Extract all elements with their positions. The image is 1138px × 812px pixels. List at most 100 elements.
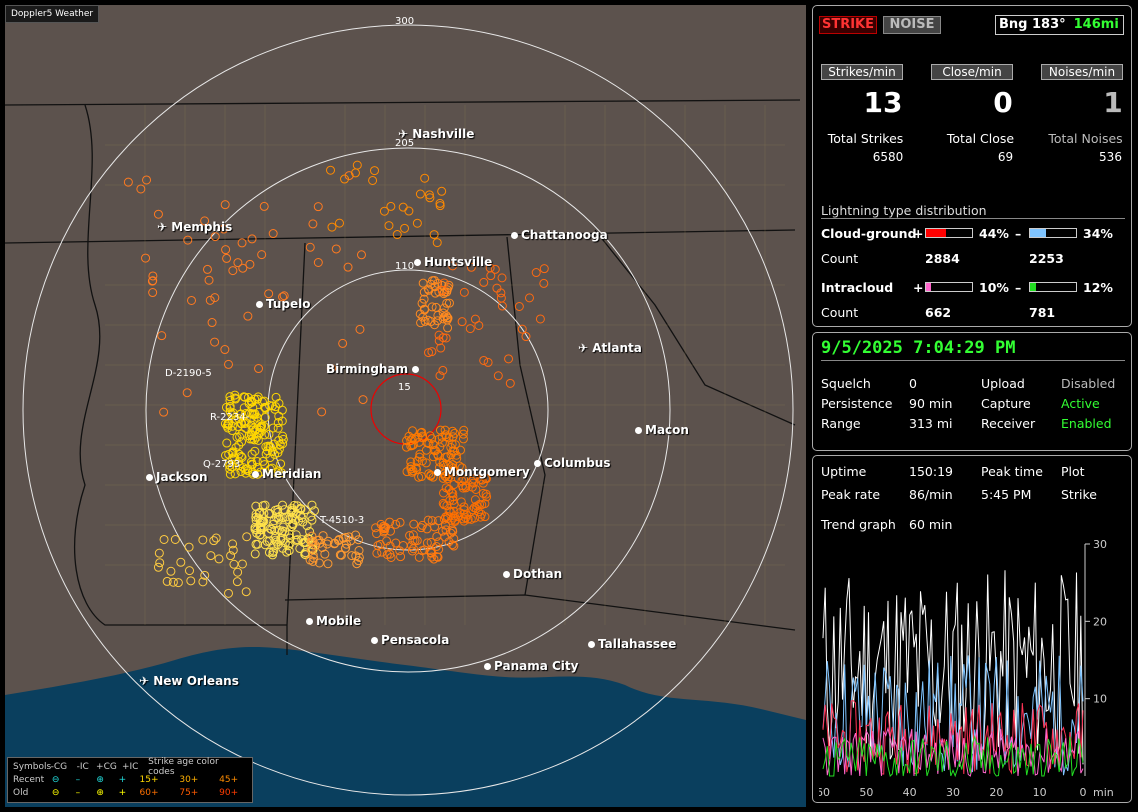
strikes-min-button[interactable]: Strikes/min [821, 64, 903, 80]
city-memphis: ✈ Memphis [157, 220, 232, 234]
strike-marker [437, 186, 447, 196]
strike-marker [229, 559, 239, 569]
strike-marker [372, 548, 382, 558]
city-macon: Macon [635, 423, 689, 437]
distribution-title: Lightning type distribution [821, 203, 987, 218]
city-dot-icon [511, 232, 518, 239]
city-label: Atlanta [592, 341, 642, 355]
strike-marker [475, 512, 485, 522]
city-label: Nashville [412, 127, 475, 141]
city-label: Mobile [316, 614, 362, 628]
y-tick-label: 10 [1093, 693, 1107, 706]
city-chattanooga: Chattanooga [511, 228, 608, 242]
strike-marker [539, 264, 549, 274]
upload-value: Disabled [1061, 376, 1116, 391]
strike-marker [535, 314, 545, 324]
strike-marker [392, 230, 402, 240]
count-label: Count [821, 305, 859, 320]
uptime-value: 150:19 [909, 464, 953, 479]
persistence-value: 90 min [909, 396, 953, 411]
x-tick-label: 30 [946, 786, 960, 798]
strike-marker [278, 500, 288, 510]
legend-header: -IC [76, 761, 89, 772]
legend-symbols-label: Symbols [13, 761, 52, 772]
city-dot-icon [484, 663, 491, 670]
noise-toggle-button[interactable]: NOISE [883, 16, 941, 34]
ic-pos-count: 662 [925, 305, 952, 320]
total-close-label: Total Close [946, 131, 1015, 146]
ic-pos-pct: 10% [979, 280, 1009, 295]
city-label: Meridian [262, 467, 322, 481]
city-nashville: ✈ Nashville [398, 127, 474, 141]
city-columbus: Columbus [534, 456, 611, 470]
cg-neg-bar [1029, 228, 1077, 238]
strike-marker [223, 359, 233, 369]
total-strikes-label: Total Strikes [827, 131, 904, 146]
cg-pos-sign: + [913, 226, 924, 241]
city-label: Pensacola [381, 633, 450, 647]
strike-marker [157, 331, 167, 341]
strike-marker [186, 576, 196, 586]
city-label: Montgomery [444, 465, 530, 479]
strike-marker [493, 371, 503, 381]
strike-marker [154, 548, 164, 558]
range-label-110: 110 [395, 261, 415, 272]
strike-toggle-button[interactable]: STRIKE [819, 16, 877, 34]
total-close-value: 69 [997, 150, 1014, 164]
strike-marker [531, 268, 541, 278]
city-tupelo: Tupelo [256, 297, 311, 311]
noises-min-button[interactable]: Noises/min [1041, 64, 1123, 80]
cloud-ground-label: Cloud-ground [821, 226, 917, 241]
strike-marker [320, 549, 330, 559]
strike-marker [233, 567, 243, 577]
strike-marker [449, 480, 459, 490]
city-dot-icon [635, 427, 642, 434]
capture-value: Active [1061, 396, 1100, 411]
range-label-300: 300 [395, 16, 415, 27]
strike-marker [370, 166, 380, 176]
strike-marker [207, 318, 217, 328]
strike-marker [355, 324, 365, 334]
pin-label: R-2234- [210, 412, 250, 423]
strike-marker [490, 264, 500, 274]
strike-marker [368, 175, 378, 185]
persistence-label: Persistence [821, 396, 893, 411]
lightning-map[interactable]: Doppler5 Weather 300 205 110 15 D-2190-5… [5, 5, 806, 807]
settings-panel: 9/5/2025 7:04:29 PM Squelch 0 Upload Dis… [812, 332, 1132, 451]
trend-graph: 30 20 10 60 50 40 30 20 10 0 min [819, 538, 1114, 798]
city-label: Jackson [156, 470, 208, 484]
strike-marker [204, 275, 214, 285]
x-tick-label: 50 [859, 786, 873, 798]
strike-marker [539, 278, 549, 288]
age-code: 30+ [179, 774, 199, 785]
ic-pos-bar [925, 282, 973, 292]
divider [821, 218, 1125, 219]
ic-neg-count: 781 [1029, 305, 1056, 320]
plot-label: Plot [1061, 464, 1085, 479]
total-strikes-value: 6580 [872, 150, 904, 164]
neg-ic-recent-icon: – [75, 774, 81, 785]
close-min-button[interactable]: Close/min [931, 64, 1013, 80]
strike-marker [159, 407, 169, 417]
age-code: 60+ [139, 787, 159, 798]
city-new-orleans: ✈ New Orleans [139, 674, 239, 688]
legend-age-title: Strike age color codes [148, 756, 219, 777]
strike-marker [221, 245, 231, 255]
trend-graph-value: 60 min [909, 517, 953, 532]
strike-marker [326, 165, 336, 175]
city-birmingham: Birmingham [326, 362, 422, 376]
uptime-label: Uptime [821, 464, 867, 479]
receiver-value: Enabled [1061, 416, 1112, 431]
range-label: Range [821, 416, 861, 431]
cg-pos-count: 2884 [925, 251, 960, 266]
strike-marker [356, 250, 366, 260]
city-dot-icon [503, 571, 510, 578]
strike-marker [497, 273, 507, 283]
x-tick-label: 40 [903, 786, 917, 798]
strike-marker [384, 221, 394, 231]
x-tick-label: 0 [1080, 786, 1087, 798]
y-tick-label: 20 [1093, 615, 1107, 628]
upload-label: Upload [981, 376, 1025, 391]
plot-value[interactable]: Strike [1061, 487, 1097, 502]
bearing-readout: Bng 183° 146mi [995, 15, 1124, 35]
